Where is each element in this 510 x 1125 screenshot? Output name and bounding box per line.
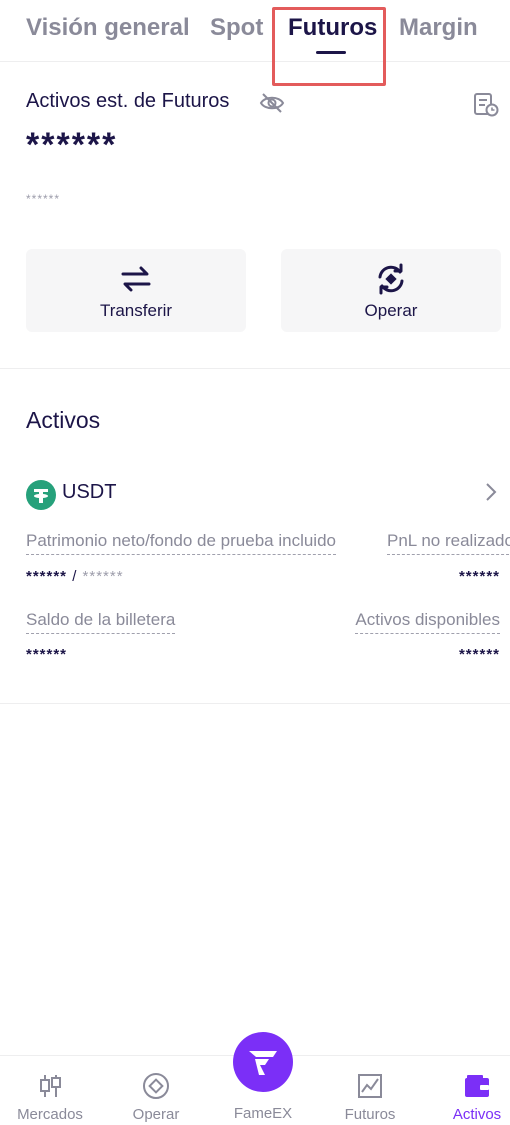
available-assets-label[interactable]: Activos disponibles — [355, 610, 500, 634]
trade-button[interactable]: Operar — [281, 249, 501, 332]
fameex-center-button[interactable] — [233, 1032, 293, 1092]
tab-overview[interactable]: Visión general — [26, 14, 190, 42]
wallet-balance-label[interactable]: Saldo de la billetera — [26, 610, 176, 634]
equity-separator: / — [72, 568, 78, 585]
tab-margin[interactable]: Margin — [399, 14, 478, 42]
equity-value-primary: ****** — [26, 568, 68, 585]
top-tab-bar: Visión general Spot Futuros Margin — [0, 0, 510, 62]
equity-value-secondary: ****** — [82, 568, 124, 585]
section-divider — [0, 368, 510, 369]
nav-trade[interactable]: Operar — [106, 1072, 206, 1124]
equity-label[interactable]: Patrimonio neto/fondo de prueba incluido — [26, 531, 336, 555]
wallet-icon — [463, 1072, 491, 1100]
sub-balance-masked: ****** — [26, 192, 61, 206]
chevron-right-icon — [484, 481, 498, 503]
eye-off-icon[interactable] — [259, 92, 285, 114]
assets-section-title: Activos — [26, 407, 101, 433]
usdt-asset-row[interactable]: USDT — [26, 477, 498, 511]
fameex-logo-icon — [249, 1051, 277, 1075]
transfer-arrows-icon — [119, 263, 153, 295]
usdt-logo-icon — [26, 480, 56, 510]
trade-cycle-icon — [374, 263, 408, 295]
nav-markets-label: Mercados — [17, 1106, 83, 1123]
highlight-box — [272, 7, 386, 86]
nav-futures-label: Futuros — [344, 1106, 396, 1123]
nav-trade-label: Operar — [132, 1106, 180, 1123]
wallet-balance-value: ****** — [26, 646, 68, 663]
total-balance-masked: ****** — [26, 126, 118, 164]
transfer-button[interactable]: Transferir — [26, 249, 246, 332]
unrealized-pnl-label[interactable]: PnL no realizado — [387, 531, 510, 555]
available-assets-value: ****** — [458, 646, 500, 663]
nav-futures[interactable]: Futuros — [320, 1072, 420, 1124]
equity-value: ****** / ****** — [26, 568, 124, 585]
trade-circle-icon — [142, 1072, 170, 1100]
section-divider-bottom — [0, 703, 510, 704]
asset-name: USDT — [62, 481, 117, 503]
tab-spot[interactable]: Spot — [210, 14, 263, 42]
futures-chart-icon — [356, 1072, 384, 1100]
unrealized-pnl-value: ****** — [458, 568, 500, 585]
transfer-label: Transferir — [99, 301, 173, 320]
nav-assets-label: Activos — [452, 1106, 502, 1123]
futures-assets-label: Activos est. de Futuros — [26, 90, 230, 112]
nav-fameex-label: FameEX — [233, 1105, 293, 1122]
nav-markets[interactable]: Mercados — [0, 1072, 100, 1124]
records-icon[interactable] — [472, 92, 500, 118]
candlestick-icon — [36, 1072, 64, 1100]
trade-label: Operar — [364, 301, 418, 320]
nav-assets[interactable]: Activos — [427, 1072, 510, 1124]
